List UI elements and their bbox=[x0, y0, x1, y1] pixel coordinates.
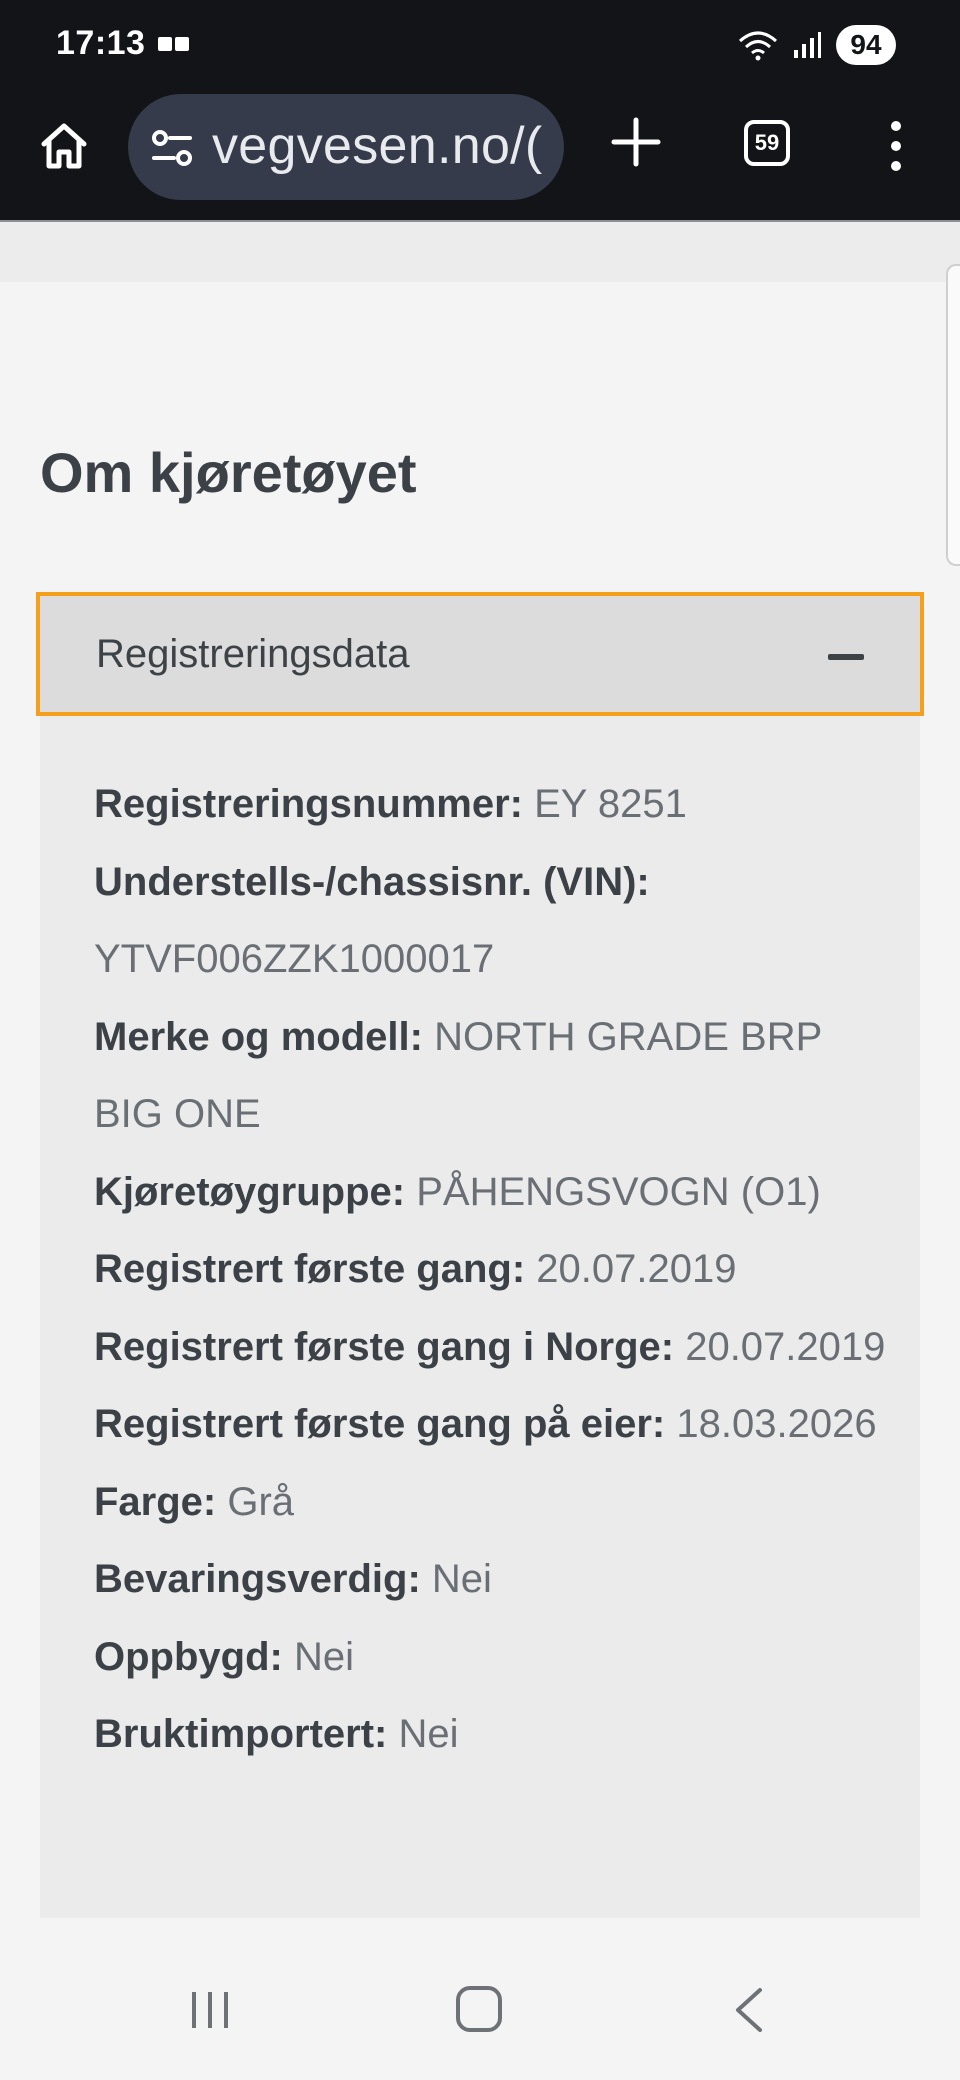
field-label: Registreringsnummer: bbox=[94, 782, 523, 826]
site-settings-icon[interactable] bbox=[150, 128, 194, 168]
address-bar[interactable]: vegvesen.no/( bbox=[128, 94, 564, 200]
home-icon[interactable] bbox=[36, 118, 92, 174]
field-value: PÅHENGSVOGN (O1) bbox=[416, 1169, 821, 1214]
field-label: Kjøretøygruppe: bbox=[94, 1169, 406, 1214]
field-value: 20.07.2019 bbox=[685, 1324, 886, 1369]
field-row: Kjøretøygruppe: PÅHENGSVOGN (O1) bbox=[94, 1154, 894, 1232]
field-row: Merke og modell: NORTH GRADE BRP BIG ONE bbox=[94, 999, 894, 1154]
field-label: Farge: bbox=[94, 1479, 217, 1524]
status-time: 17:13 bbox=[56, 24, 146, 62]
field-row: Registreringsnummer: EY 8251 bbox=[94, 766, 894, 844]
field-label: Oppbygd: bbox=[94, 1634, 283, 1679]
field-label: Registrert første gang i Norge: bbox=[94, 1324, 675, 1369]
field-value: Nei bbox=[431, 1557, 492, 1601]
field-row: Bevaringsverdig: Nei bbox=[94, 1541, 894, 1619]
tab-count: 59 bbox=[754, 130, 780, 155]
field-label: Registrert første gang: bbox=[94, 1247, 526, 1291]
field-value: Grå bbox=[227, 1479, 295, 1524]
field-row: Registrert første gang på eier: 18.03.20… bbox=[94, 1386, 894, 1464]
field-row: Oppbygd: Nei bbox=[94, 1619, 894, 1697]
field-value: YTVF006ZZK1000017 bbox=[94, 937, 495, 981]
home-nav-icon[interactable] bbox=[456, 1986, 502, 2032]
notification-icon bbox=[158, 37, 189, 51]
field-label: Understells-/chassisnr. (VIN): bbox=[94, 859, 650, 904]
accordion-registreringsdata[interactable]: Registreringsdata bbox=[36, 592, 924, 716]
field-label: Registrert første gang på eier: bbox=[94, 1402, 666, 1446]
battery-indicator: 94 bbox=[836, 25, 896, 65]
accordion-body: Registreringsnummer: EY 8251 Understells-… bbox=[40, 716, 920, 1918]
back-icon[interactable] bbox=[730, 1986, 766, 2034]
field-row: Registrert første gang i Norge: 20.07.20… bbox=[94, 1309, 894, 1387]
recents-icon[interactable] bbox=[188, 1990, 232, 2030]
field-row: Bruktimportert: Nei bbox=[94, 1696, 894, 1774]
url-text[interactable]: vegvesen.no/( bbox=[212, 116, 543, 176]
field-label: Merke og modell: bbox=[94, 1014, 423, 1059]
field-value: EY 8251 bbox=[534, 782, 687, 826]
status-bar: 17:13 94 bbox=[0, 0, 960, 92]
field-label: Bevaringsverdig: bbox=[94, 1557, 421, 1601]
field-value: Nei bbox=[293, 1634, 355, 1679]
page-top-strip bbox=[0, 222, 960, 282]
wifi-icon bbox=[739, 31, 777, 61]
field-value: 20.07.2019 bbox=[536, 1247, 737, 1291]
overflow-menu-icon[interactable] bbox=[884, 118, 908, 174]
field-label: Bruktimportert: bbox=[94, 1712, 388, 1756]
new-tab-icon[interactable] bbox=[608, 114, 664, 170]
registration-fields: Registreringsnummer: EY 8251 Understells-… bbox=[94, 766, 894, 1774]
field-value: Nei bbox=[398, 1712, 459, 1756]
browser-toolbar: vegvesen.no/( 59 bbox=[0, 92, 960, 222]
accordion-title: Registreringsdata bbox=[96, 632, 410, 676]
collapse-minus-icon[interactable] bbox=[828, 654, 864, 660]
tabs-button[interactable]: 59 bbox=[744, 120, 790, 166]
field-row: Understells-/chassisnr. (VIN): YTVF006ZZ… bbox=[94, 844, 894, 999]
field-row: Farge: Grå bbox=[94, 1464, 894, 1542]
page-title: Om kjøretøyet bbox=[40, 441, 417, 504]
field-value: 18.03.2026 bbox=[676, 1402, 877, 1446]
scrollbar-thumb[interactable] bbox=[946, 264, 960, 566]
signal-icon bbox=[794, 32, 821, 58]
system-nav-bar bbox=[0, 1950, 960, 2080]
status-right: 94 bbox=[738, 24, 896, 66]
field-row: Registrert første gang: 20.07.2019 bbox=[94, 1231, 894, 1309]
